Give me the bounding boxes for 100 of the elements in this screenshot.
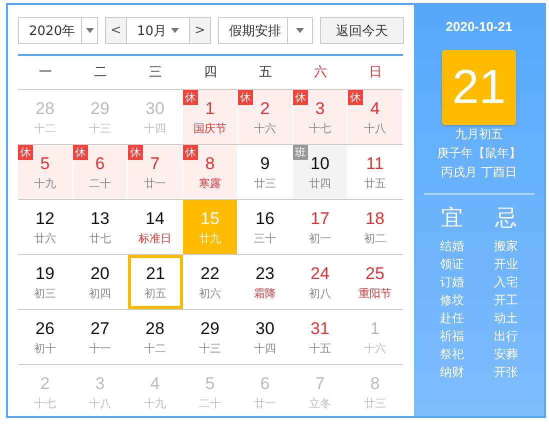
year-dropdown[interactable]: 2020年 [18,17,98,44]
day-cell[interactable]: 27 十一 [73,310,128,364]
day-number: 13 [90,208,110,228]
day-cell[interactable]: 26 初十 [18,310,73,364]
day-badge: 休 [128,145,143,160]
lunar-date: 廿三 [364,396,386,410]
day-number: 30 [256,318,274,338]
day-cell[interactable]: 22 初六 [183,255,238,309]
day-cell[interactable]: 13 廿七 [73,200,128,254]
lunar-date: 十一 [89,340,111,356]
day-cell[interactable]: 休 4 十八 [348,90,403,144]
day-cell[interactable]: 11 廿五 [348,145,403,199]
lunar-date: 标准日 [138,230,172,246]
day-cell[interactable]: 休 3 十七 [293,90,348,144]
caret-icon [170,28,179,33]
day-number: 12 [36,208,54,228]
day-number: 3 [95,374,105,394]
day-number: 18 [366,208,384,228]
lunar-date: 三十 [254,230,276,246]
day-cell[interactable]: 12 廿六 [18,200,73,254]
day-cell[interactable]: 30 十四 [238,310,293,364]
day-cell[interactable]: 班 10 廿四 [293,145,348,199]
good-activity: 修坟 [440,292,464,309]
day-number: 2 [260,98,270,118]
lunar-date: 二十 [89,176,111,190]
lunar-date: 十五 [309,340,331,356]
lunar-date: 初八 [309,286,331,300]
lunar-date: 霜降 [254,286,276,300]
lunar-date: 十二 [144,340,166,356]
day-cell[interactable]: 休 7 廿一 [128,145,183,199]
day-cell[interactable]: 休 2 十六 [238,90,293,144]
day-cell[interactable]: 休 8 寒露 [183,145,238,199]
day-cell[interactable]: 23 霜降 [238,255,293,309]
day-number: 8 [370,374,380,394]
day-number: 1 [370,318,380,338]
weekday-label: 五 [258,64,273,82]
day-cell[interactable]: 休 5 十九 [18,145,73,199]
day-number: 5 [205,374,215,394]
lunar-date: 初十 [34,340,56,356]
day-number: 27 [90,318,110,338]
day-cell[interactable]: 19 初三 [18,255,73,309]
year-text: 庚子年【鼠年】 [437,145,521,162]
bad-activity: 开工 [494,292,518,309]
good-activity: 纳财 [440,364,464,381]
day-cell[interactable]: 17 初一 [293,200,348,254]
weekday-label: 二 [93,64,108,82]
day-cell[interactable]: 18 初二 [348,200,403,254]
day-cell[interactable]: 21 初五 [128,255,183,309]
day-cell[interactable]: 休 1 国庆节 [183,90,238,144]
holiday-dropdown[interactable]: 假期安排 [218,17,313,44]
day-number: 7 [150,154,160,174]
lunar-date-text: 九月初五 [455,126,503,143]
weekday-label: 一 [38,64,53,82]
previous-month-button[interactable]: < [105,17,127,44]
lunar-date: 十六 [364,340,386,356]
day-number: 6 [95,154,105,174]
day-number: 1 [205,98,215,118]
bad-activity: 开业 [494,256,518,273]
lunar-date: 廿五 [364,176,386,190]
day-cell[interactable]: 29 十三 [183,310,238,364]
lunar-date: 寒露 [199,176,221,190]
bad-title: 忌 [495,205,517,233]
lunar-date: 初五 [144,286,166,300]
bad-activity: 入宅 [494,274,518,291]
day-cell[interactable]: 28 十二 [128,310,183,364]
lunar-date: 十七 [34,396,56,410]
lunar-date: 十八 [364,120,386,136]
lunar-date: 廿一 [144,176,166,190]
ganzhi-text: 丙戌月 丁酉日 [441,164,517,181]
weekday-label: 六 [313,64,328,82]
lunar-date: 十九 [144,396,166,410]
day-cell[interactable]: 25 重阳节 [348,255,403,309]
day-number: 6 [260,374,270,394]
weekday-label: 四 [203,64,218,82]
day-cell[interactable]: 20 初四 [73,255,128,309]
good-title: 宜 [441,205,463,233]
next-month-button[interactable]: > [189,17,211,44]
day-number: 22 [200,264,220,284]
day-cell[interactable]: 31 十五 [293,310,348,364]
lunar-date: 初六 [199,286,221,300]
month-dropdown[interactable]: 10月 [127,17,189,44]
lunar-date: 十三 [199,340,221,356]
day-cell[interactable]: 休 6 二十 [73,145,128,199]
day-badge: 休 [18,145,33,160]
day-cell[interactable]: 24 初八 [293,255,348,309]
day-cell[interactable]: 16 三十 [238,200,293,254]
day-number: 8 [205,154,215,174]
day-number: 28 [36,98,54,118]
day-number: 16 [256,208,274,228]
day-number: 4 [370,98,380,118]
day-number: 28 [146,318,164,338]
day-number: 23 [256,264,274,284]
bad-activity: 动土 [494,310,518,327]
lunar-date: 廿六 [34,230,56,246]
good-activity: 领证 [440,256,464,273]
day-number: 20 [90,264,110,284]
day-number: 26 [36,318,54,338]
back-to-today-button[interactable]: 返回今天 [320,17,404,44]
good-activity: 订婚 [440,274,464,291]
day-badge: 休 [348,90,363,105]
